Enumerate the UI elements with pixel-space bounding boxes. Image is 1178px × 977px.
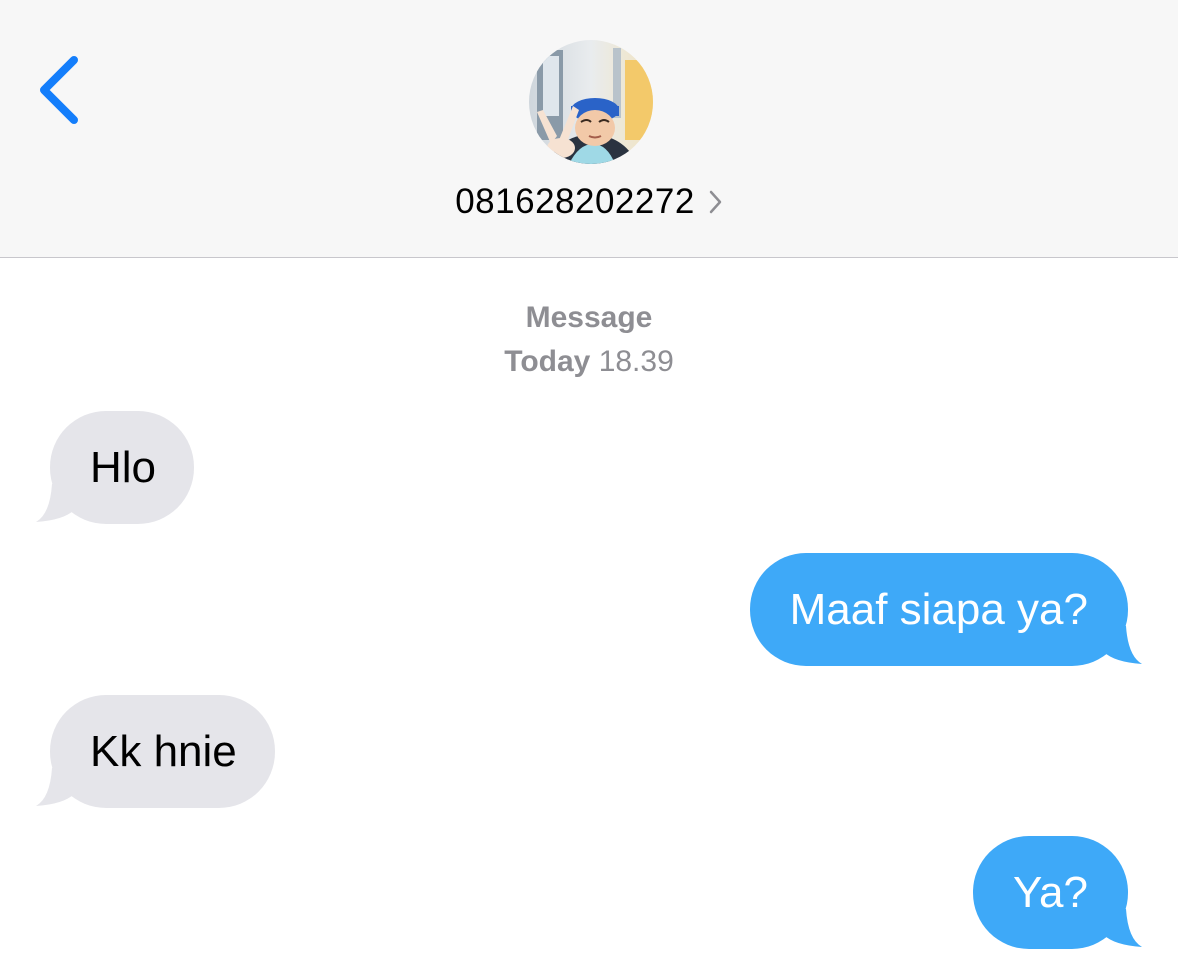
contact-photo: [529, 40, 653, 164]
back-button[interactable]: [30, 50, 90, 130]
chevron-left-icon: [40, 56, 78, 124]
bubble-tail: [36, 768, 74, 806]
outgoing-message-bubble[interactable]: Maaf siapa ya?: [749, 553, 1142, 666]
message-text: Maaf siapa ya?: [789, 584, 1088, 634]
bubble-tail: [36, 484, 74, 522]
message-text: Kk hnie: [90, 726, 237, 776]
message-text: Ya?: [1012, 867, 1088, 917]
service-label: Message: [525, 301, 653, 334]
contact-avatar[interactable]: [529, 40, 653, 164]
messages-screen: 081628202272 Message Today 18.39 Hlo Maa…: [0, 0, 1178, 977]
incoming-message-bubble[interactable]: Kk hnie: [36, 695, 275, 808]
time-label: 18.39: [598, 345, 674, 378]
day-label: Today: [504, 345, 591, 378]
contact-name: 081628202272: [455, 182, 695, 221]
chevron-right-icon: [709, 190, 723, 214]
bubble-tail: [1104, 909, 1142, 947]
incoming-message-bubble[interactable]: Hlo: [36, 411, 195, 524]
conversation-header: 081628202272: [0, 0, 1178, 258]
date-time-label: Today 18.39: [0, 340, 1178, 384]
outgoing-message-bubble[interactable]: Ya?: [972, 836, 1142, 949]
thread-timestamp: Message Today 18.39: [0, 296, 1178, 384]
bubble-tail: [1104, 626, 1142, 664]
contact-details-link[interactable]: 081628202272: [0, 178, 1178, 226]
message-text: Hlo: [90, 442, 157, 492]
